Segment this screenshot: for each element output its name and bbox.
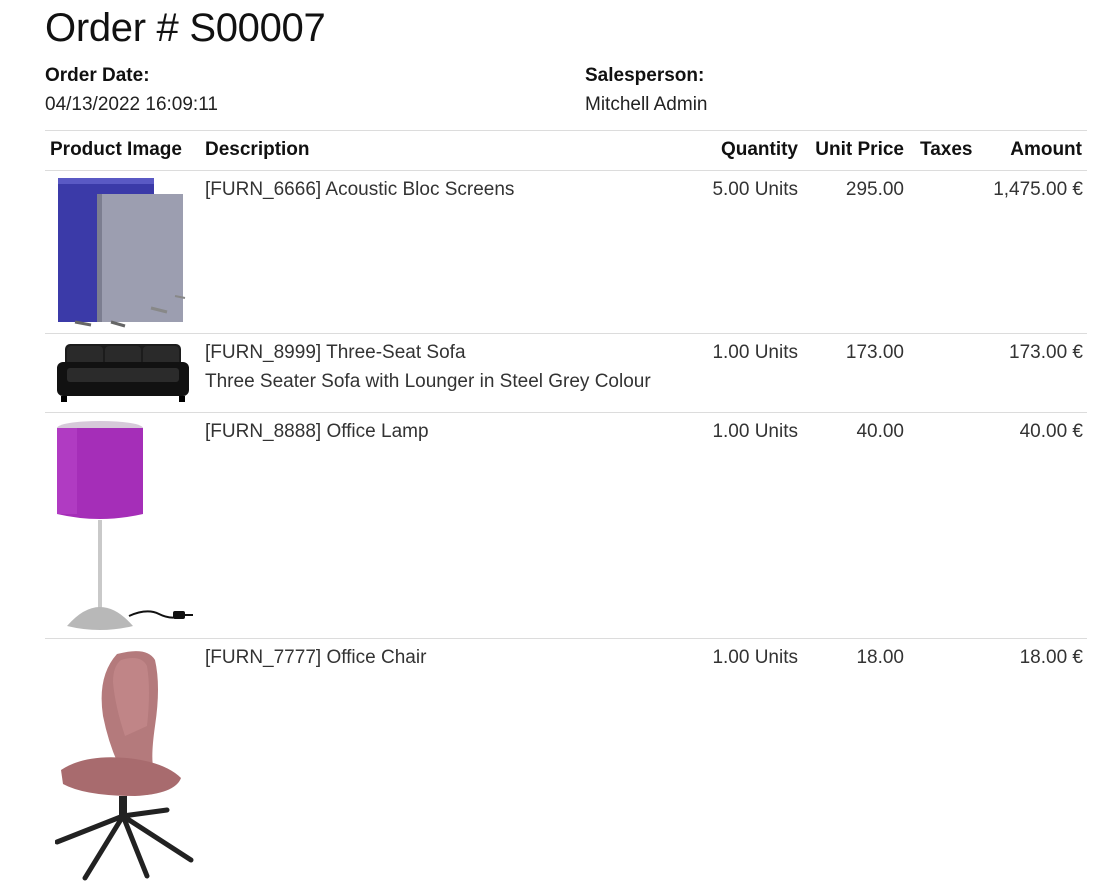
salesperson-value: Mitchell Admin <box>585 94 708 115</box>
order-date-value: 04/13/2022 16:09:11 <box>45 94 218 115</box>
header-taxes: Taxes <box>920 139 973 160</box>
row-unit-price: 295.00 <box>845 179 904 200</box>
row-description: [FURN_8999] Three-Seat Sofa <box>205 342 466 363</box>
salesperson-block: Salesperson: Mitchell Admin <box>585 64 708 117</box>
row-description: [FURN_8888] Office Lamp <box>205 421 429 442</box>
divider <box>45 333 1087 334</box>
order-date-label: Order Date: <box>45 65 150 86</box>
header-amount: Amount <box>1010 139 1082 160</box>
sofa-image <box>57 344 189 402</box>
header-product-image: Product Image <box>50 139 182 160</box>
row-unit-price: 40.00 <box>856 421 904 442</box>
header-quantity: Quantity <box>720 139 798 160</box>
row-description-note: Three Seater Sofa with Lounger in Steel … <box>205 371 651 392</box>
header-description: Description <box>205 139 310 160</box>
row-amount: 1,475.00 € <box>993 179 1083 200</box>
row-quantity: 1.00 Units <box>712 647 798 668</box>
row-quantity: 5.00 Units <box>712 179 798 200</box>
row-amount: 18.00 € <box>1019 647 1083 668</box>
row-description: [FURN_7777] Office Chair <box>205 647 427 668</box>
chair-image <box>55 651 194 881</box>
divider <box>45 638 1087 639</box>
divider <box>45 130 1087 131</box>
row-unit-price: 18.00 <box>856 647 904 668</box>
divider <box>45 412 1087 413</box>
acoustic-screens-image <box>58 178 186 328</box>
salesperson-label: Salesperson: <box>585 65 705 86</box>
row-quantity: 1.00 Units <box>712 342 798 363</box>
row-quantity: 1.00 Units <box>712 421 798 442</box>
row-unit-price: 173.00 <box>845 342 904 363</box>
divider <box>45 170 1087 171</box>
row-description: [FURN_6666] Acoustic Bloc Screens <box>205 179 515 200</box>
order-date-block: Order Date: 04/13/2022 16:09:11 <box>45 64 218 117</box>
header-unit-price: Unit Price <box>815 139 904 160</box>
row-amount: 173.00 € <box>1009 342 1083 363</box>
page-title: Order # S00007 <box>45 6 326 50</box>
row-amount: 40.00 € <box>1019 421 1083 442</box>
lamp-image <box>57 421 193 630</box>
